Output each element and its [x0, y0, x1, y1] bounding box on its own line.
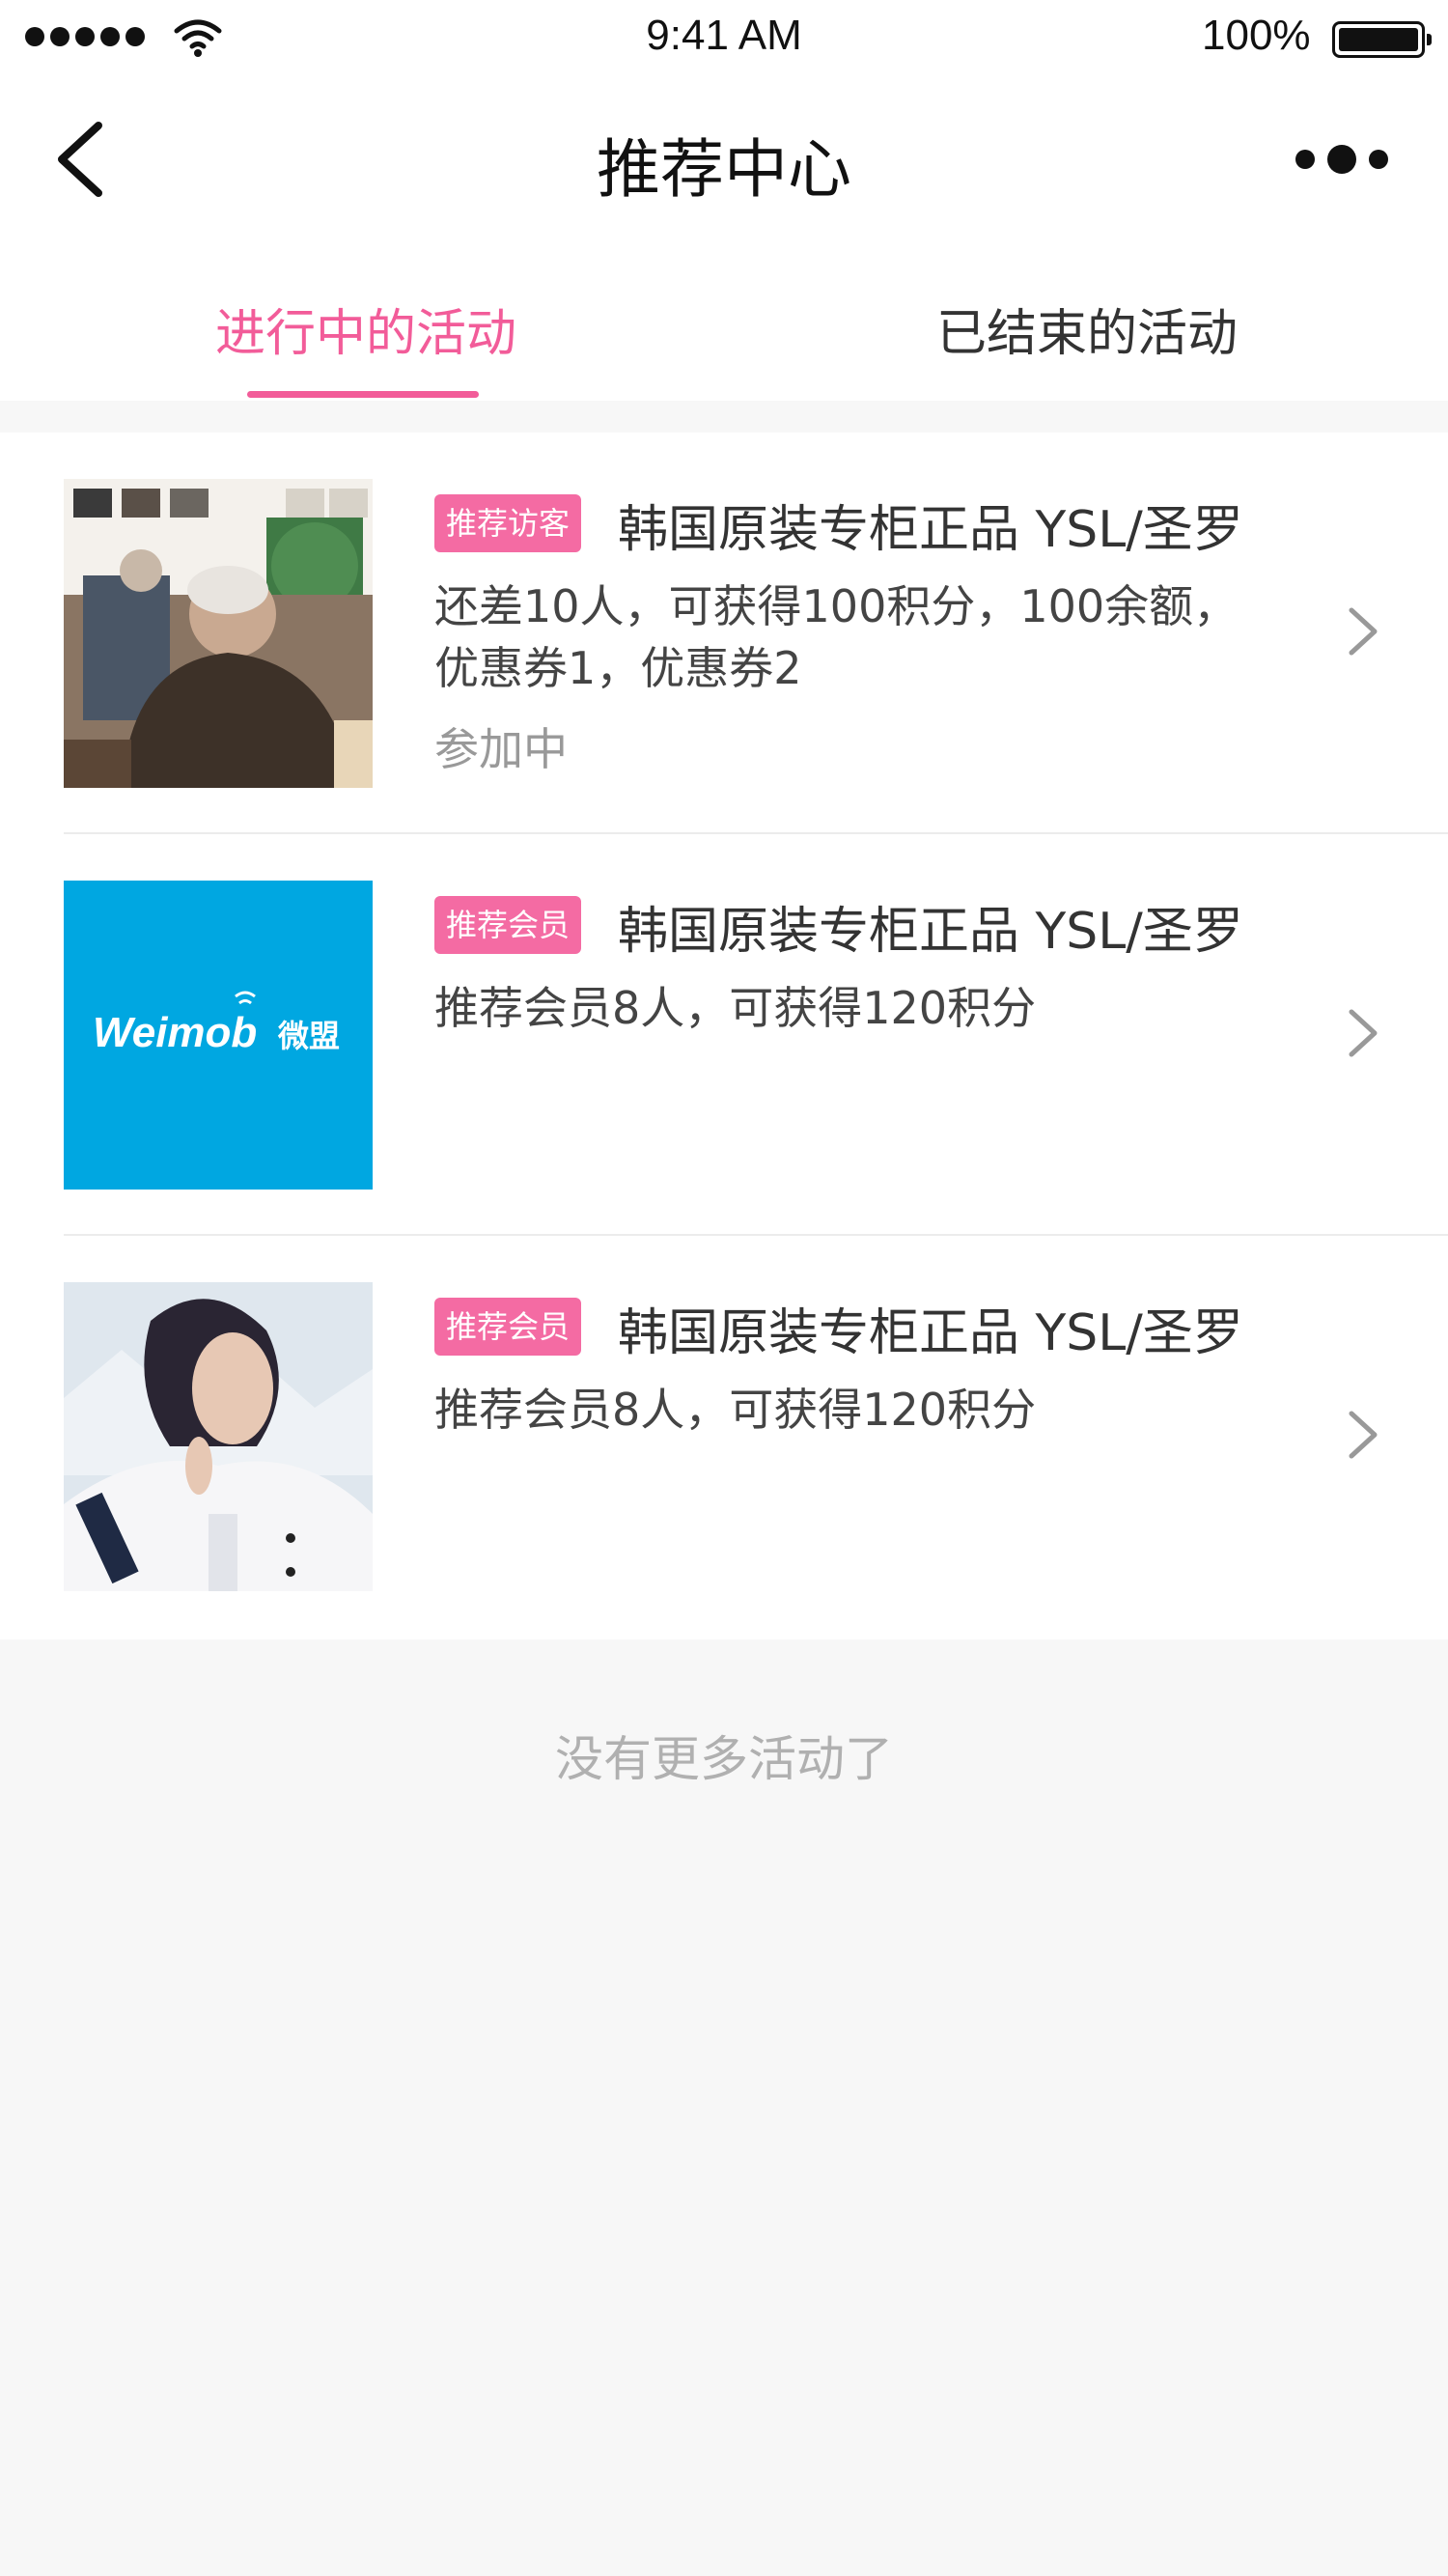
- chevron-right-icon: [1349, 1411, 1378, 1459]
- logo-text-cn: 微盟: [277, 1018, 340, 1054]
- activity-title: 韩国原装专柜正品 YSL/圣罗: [618, 501, 1243, 559]
- woman-in-white-jacket-photo: [64, 1282, 373, 1591]
- activity-title: 韩国原装专柜正品 YSL/圣罗: [618, 903, 1243, 961]
- activity-description: 推荐会员8人，可获得120积分: [434, 982, 1037, 1034]
- no-more-activities-note: 没有更多活动了: [555, 1731, 893, 1787]
- man-in-cafe-photo: [64, 479, 373, 788]
- page-title: 推荐中心: [597, 132, 851, 207]
- activity-list: 推荐访客 韩国原装专柜正品 YSL/圣罗 还差10人，可获得100积分，100余…: [0, 433, 1448, 1639]
- active-tab-indicator: [247, 391, 479, 398]
- activity-title: 韩国原装专柜正品 YSL/圣罗: [618, 1304, 1243, 1362]
- tab-ongoing-activities[interactable]: 进行中的活动: [215, 293, 516, 365]
- activity-tag: 推荐访客: [434, 494, 582, 552]
- list-item[interactable]: 推荐会员 韩国原装专柜正品 YSL/圣罗 推荐会员8人，可获得120积分: [0, 1236, 1448, 1638]
- logo-text: Weimob: [93, 1009, 257, 1056]
- list-item[interactable]: Weimob 微盟 推荐会员 韩国原装专柜正品 YSL/圣罗 推荐会员8人，可获…: [0, 834, 1448, 1236]
- list-item[interactable]: 推荐访客 韩国原装专柜正品 YSL/圣罗 还差10人，可获得100积分，100余…: [0, 433, 1448, 834]
- activity-description: 推荐会员8人，可获得120积分: [434, 1384, 1037, 1436]
- chevron-right-icon: [1349, 1009, 1378, 1057]
- activity-tag: 推荐会员: [434, 1298, 582, 1356]
- more-dots-icon[interactable]: [1294, 145, 1390, 174]
- chevron-right-icon: [1349, 607, 1378, 656]
- status-bar: 9:41 AM 100%: [0, 0, 1448, 77]
- battery-icon: [1332, 21, 1432, 58]
- activity-tag: 推荐会员: [434, 896, 582, 954]
- battery-percent: 100%: [1202, 12, 1311, 59]
- activity-status: 参加中: [434, 723, 568, 775]
- activity-description: 还差10人，可获得100积分，100余额，优惠券1，优惠券2: [434, 580, 1239, 694]
- weimob-logo: Weimob 微盟: [64, 881, 373, 1190]
- tab-ended-activities[interactable]: 已结束的活动: [936, 293, 1238, 365]
- nav-bar: 推荐中心: [0, 77, 1448, 246]
- tab-bar: 进行中的活动 已结束的活动: [0, 246, 1448, 401]
